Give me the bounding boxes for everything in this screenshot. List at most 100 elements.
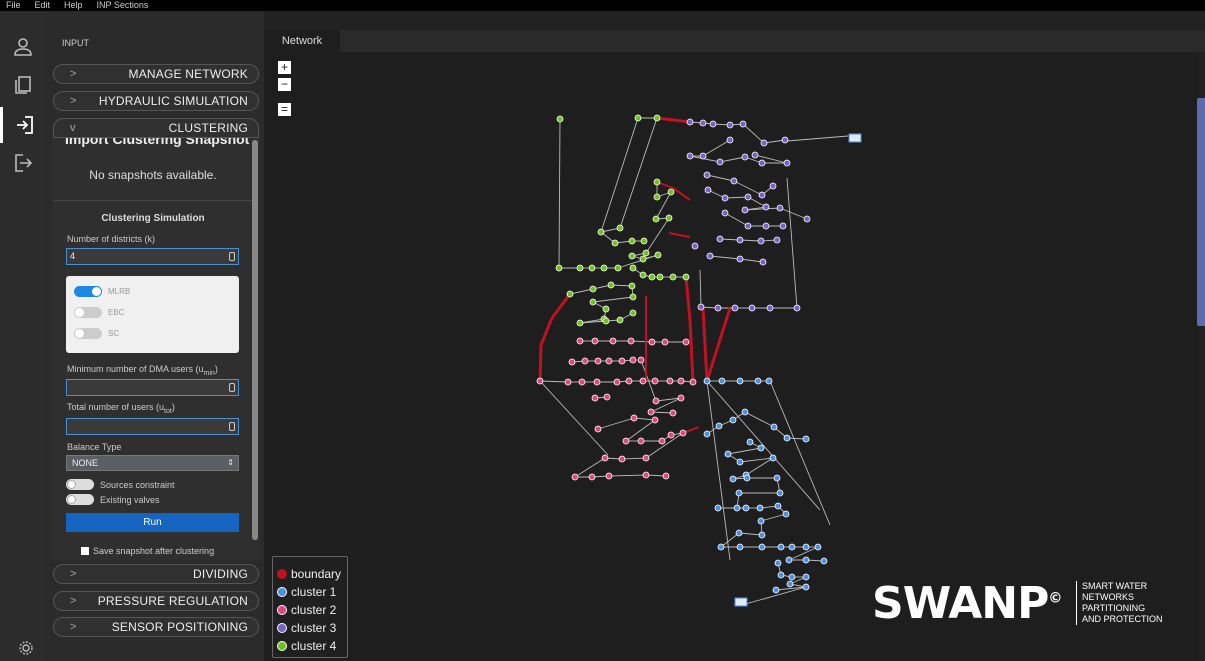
network-node[interactable] [758, 191, 766, 199]
network-node[interactable] [607, 281, 615, 289]
network-node[interactable] [721, 209, 729, 217]
network-node[interactable] [602, 317, 610, 325]
network-node[interactable] [618, 357, 626, 365]
section-dividing[interactable]: > DIVIDING [53, 564, 259, 584]
network-node[interactable] [618, 455, 626, 463]
network-node[interactable] [802, 543, 810, 551]
network-node[interactable] [613, 378, 621, 386]
network-node[interactable] [576, 264, 584, 272]
menu-inp-sections[interactable]: INP Sections [97, 0, 149, 11]
network-node[interactable] [581, 357, 589, 365]
network-node[interactable] [748, 304, 756, 312]
section-hydraulic-simulation[interactable]: > HYDRAULIC SIMULATION [53, 91, 259, 111]
network-node[interactable] [741, 408, 749, 416]
network-node[interactable] [611, 239, 619, 247]
network-node[interactable] [630, 414, 638, 422]
network-node[interactable] [785, 556, 793, 564]
network-node[interactable] [609, 337, 617, 345]
network-node[interactable] [741, 153, 749, 161]
save-snapshot-checkbox[interactable]: Save snapshot after clustering [81, 546, 214, 556]
network-node[interactable] [716, 158, 724, 166]
zoom-out-button[interactable]: − [278, 78, 291, 91]
network-node[interactable] [802, 573, 810, 581]
network-node[interactable] [625, 377, 633, 385]
network-node[interactable] [731, 304, 739, 312]
network-node[interactable] [741, 206, 749, 214]
checkbox[interactable] [81, 547, 89, 555]
network-node[interactable] [651, 416, 659, 424]
network-node[interactable] [566, 290, 574, 298]
network-node[interactable] [699, 152, 707, 160]
network-node[interactable] [597, 228, 605, 236]
network-node[interactable] [802, 435, 810, 443]
network-node[interactable] [601, 454, 609, 462]
network-node[interactable] [757, 444, 765, 452]
network-node[interactable] [653, 193, 661, 201]
network-node[interactable] [647, 408, 655, 416]
network-node[interactable] [602, 305, 610, 313]
network-node[interactable] [802, 556, 810, 564]
rail-input[interactable] [0, 107, 46, 143]
algo-ebc[interactable]: EBC [74, 307, 124, 318]
network-node[interactable] [735, 529, 743, 537]
sources-constraint[interactable]: Sources constraint [66, 479, 175, 490]
network-node[interactable] [736, 543, 744, 551]
network-node[interactable] [793, 304, 801, 312]
network-node[interactable] [667, 188, 675, 196]
network-node[interactable] [640, 237, 648, 245]
network-node[interactable] [726, 121, 734, 129]
network-node[interactable] [639, 271, 647, 279]
network-node[interactable] [814, 543, 822, 551]
network-graph[interactable] [264, 52, 1199, 661]
network-node[interactable] [757, 517, 765, 525]
network-node[interactable] [743, 474, 751, 482]
network-node[interactable] [726, 136, 734, 144]
reservoir-icon[interactable] [848, 133, 862, 143]
network-node[interactable] [709, 120, 717, 128]
network-node[interactable] [714, 504, 722, 512]
network-node[interactable] [803, 215, 811, 223]
network-node[interactable] [627, 337, 635, 345]
network-node[interactable] [691, 242, 699, 250]
network-node[interactable] [600, 264, 608, 272]
network-node[interactable] [714, 304, 722, 312]
network-node[interactable] [667, 431, 675, 439]
network-canvas[interactable] [264, 52, 1199, 661]
network-node[interactable] [733, 504, 741, 512]
network-node[interactable] [656, 273, 664, 281]
network-node[interactable] [666, 377, 674, 385]
section-pressure-regulation[interactable]: > PRESSURE REGULATION [53, 591, 259, 611]
network-node[interactable] [736, 236, 744, 244]
section-manage-network[interactable]: > MANAGE NETWORK [53, 64, 259, 84]
toggle-switch[interactable] [74, 286, 102, 297]
network-node[interactable] [556, 115, 564, 123]
network-node[interactable] [769, 454, 777, 462]
network-node[interactable] [742, 504, 750, 512]
network-node[interactable] [576, 319, 584, 327]
network-node[interactable] [754, 377, 762, 385]
network-node[interactable] [665, 214, 673, 222]
network-node[interactable] [591, 394, 599, 402]
network-node[interactable] [783, 434, 791, 442]
network-node[interactable] [571, 473, 579, 481]
network-node[interactable] [770, 423, 778, 431]
toggle-switch[interactable] [66, 494, 94, 505]
network-node[interactable] [564, 378, 572, 386]
network-node[interactable] [689, 378, 697, 386]
spinner-icon[interactable] [229, 383, 235, 392]
tot-users-input[interactable] [66, 418, 239, 435]
network-node[interactable] [652, 397, 660, 405]
network-node[interactable] [662, 472, 670, 480]
network-node[interactable] [788, 573, 796, 581]
network-node[interactable] [739, 120, 747, 128]
min-users-input[interactable] [66, 379, 239, 396]
network-node[interactable] [772, 586, 780, 594]
toggle-switch[interactable] [66, 479, 94, 490]
network-node[interactable] [762, 203, 770, 211]
network-node[interactable] [802, 583, 810, 591]
network-node[interactable] [686, 118, 694, 126]
network-node[interactable] [744, 222, 752, 230]
settings-gear-icon[interactable] [18, 640, 34, 656]
network-node[interactable] [820, 557, 828, 565]
network-node[interactable] [568, 358, 576, 366]
